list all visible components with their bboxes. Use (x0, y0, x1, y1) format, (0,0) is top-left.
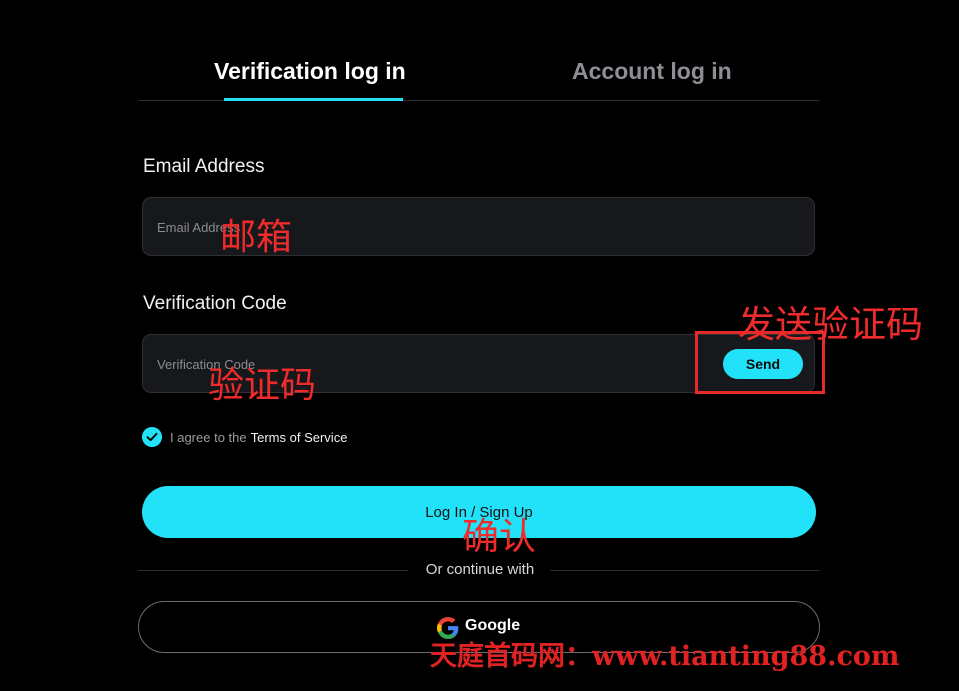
confirm-annotation: 确认 (462, 515, 536, 558)
email-annotation: 邮箱 (220, 217, 293, 258)
verification-code-annotation: 验证码 (208, 365, 317, 406)
divider-right (550, 570, 820, 571)
terms-of-service-link[interactable]: Terms of Service (251, 430, 348, 445)
terms-agreement-row: I agree to the Terms of Service (142, 427, 347, 447)
divider-left (138, 570, 408, 571)
verification-code-label: Verification Code (143, 293, 287, 314)
checkmark-icon (146, 432, 158, 442)
send-code-annotation: 发送验证码 (738, 303, 923, 346)
email-label: Email Address (143, 156, 265, 177)
terms-agreement-text: I agree to the (170, 429, 247, 445)
google-label: Google (465, 617, 521, 634)
continue-with-text: Or continue with (425, 561, 535, 578)
terms-checkbox[interactable] (142, 427, 162, 447)
watermark-text: 天庭首码网：www.tianting88.com (430, 641, 900, 672)
active-tab-indicator (224, 98, 403, 101)
login-tabs: Verification log in Account log in (138, 40, 820, 101)
tab-account-login[interactable]: Account log in (572, 58, 732, 85)
tab-verification-login[interactable]: Verification log in (214, 58, 406, 85)
